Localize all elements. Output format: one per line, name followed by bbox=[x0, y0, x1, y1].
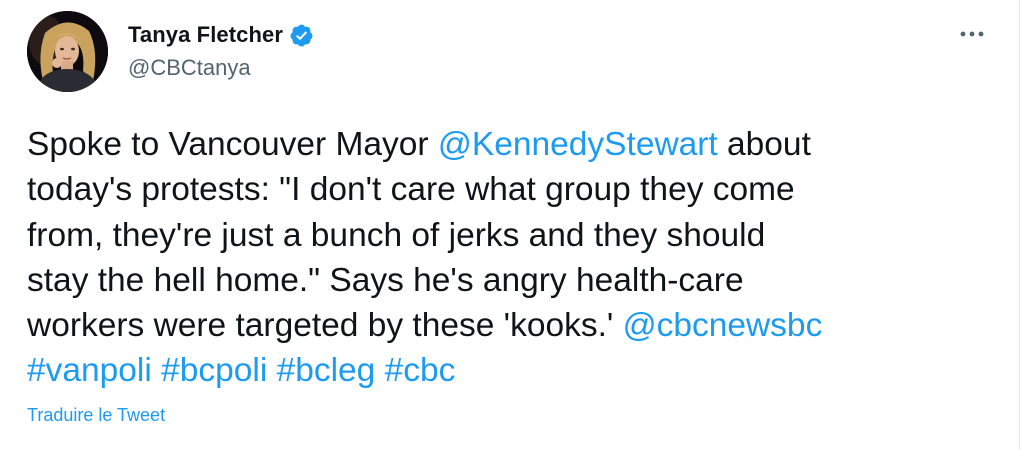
author-handle[interactable]: @CBCtanya bbox=[128, 55, 251, 81]
tweet-card: Tanya Fletcher @CBCtanya Spoke to Vancou… bbox=[0, 0, 1019, 450]
text-segment: Spoke to Vancouver Mayor bbox=[27, 126, 438, 163]
hashtag-bcleg-link[interactable]: #bcleg bbox=[277, 352, 376, 389]
tweet-text-line: workers were targeted by these 'kooks.' … bbox=[27, 303, 987, 348]
text-segment bbox=[152, 352, 161, 389]
more-horizontal-icon bbox=[960, 31, 984, 37]
hashtag-bcpoli-link[interactable]: #bcpoli bbox=[161, 352, 267, 389]
text-segment bbox=[375, 352, 384, 389]
author-name-row: Tanya Fletcher bbox=[128, 20, 314, 50]
more-options-button[interactable] bbox=[955, 22, 989, 46]
tweet-text-line: Spoke to Vancouver Mayor @KennedyStewart… bbox=[27, 122, 987, 167]
mention-cbcnewsbc-link[interactable]: @cbcnewsbc bbox=[623, 307, 823, 344]
translate-tweet-link[interactable]: Traduire le Tweet bbox=[27, 405, 165, 426]
verified-badge-icon bbox=[289, 23, 314, 48]
tweet-text-line: stay the hell home." Says he's angry hea… bbox=[27, 258, 987, 303]
avatar[interactable] bbox=[27, 11, 108, 92]
text-segment: stay the hell home." Says he's angry hea… bbox=[27, 261, 744, 299]
text-segment: today's protests: "I don't care what gro… bbox=[27, 171, 795, 209]
author-display-name[interactable]: Tanya Fletcher bbox=[128, 22, 283, 48]
text-segment bbox=[267, 352, 276, 389]
hashtag-cbc-link[interactable]: #cbc bbox=[385, 352, 456, 389]
profile-photo bbox=[27, 11, 108, 92]
tweet-text-line: today's protests: "I don't care what gro… bbox=[27, 167, 987, 212]
hashtag-vanpoli-link[interactable]: #vanpoli bbox=[27, 352, 152, 389]
text-segment: workers were targeted by these 'kooks.' bbox=[27, 307, 623, 345]
text-segment: about bbox=[717, 126, 811, 163]
tweet-text: Spoke to Vancouver Mayor @KennedyStewart… bbox=[27, 122, 987, 394]
text-segment: from, they're just a bunch of jerks and … bbox=[27, 216, 766, 254]
tweet-text-line: from, they're just a bunch of jerks and … bbox=[27, 213, 987, 258]
mention-kennedystewart-link[interactable]: @KennedyStewart bbox=[438, 126, 718, 163]
tweet-text-line: #vanpoli #bcpoli #bcleg #cbc bbox=[27, 348, 987, 393]
